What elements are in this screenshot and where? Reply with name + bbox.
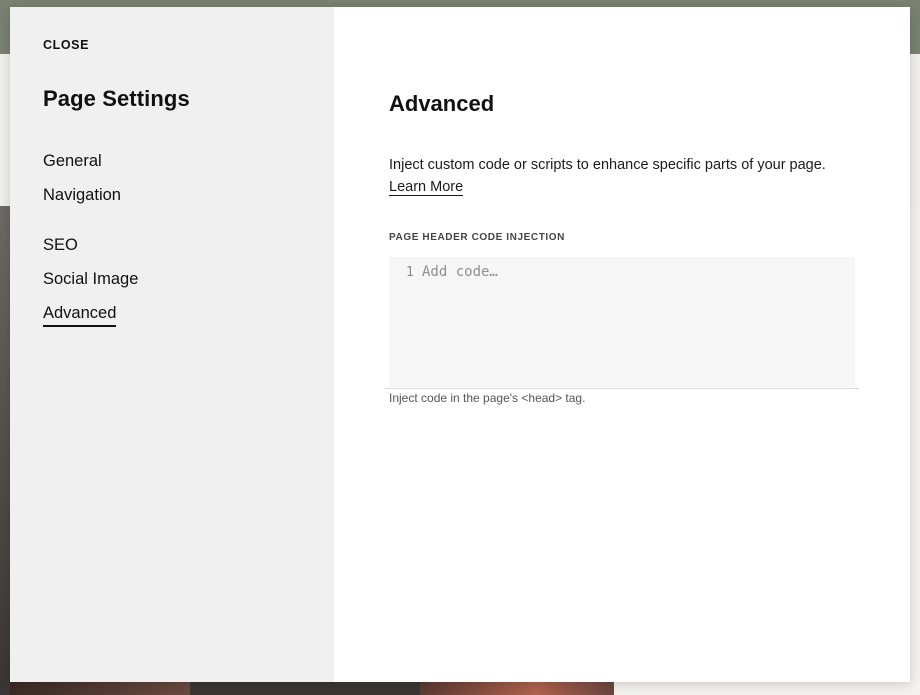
learn-more-link[interactable]: Learn More	[389, 179, 464, 196]
sidebar-item-general[interactable]: General	[43, 150, 102, 172]
dialog-title: Page Settings	[43, 86, 190, 111]
field-label: PAGE HEADER CODE INJECTION	[389, 232, 565, 243]
settings-content: Advanced Inject custom code or scripts t…	[334, 7, 910, 682]
description-text: Inject custom code or scripts to enhance…	[389, 157, 826, 173]
sidebar-item-seo[interactable]: SEO	[43, 234, 78, 256]
line-number: 1	[406, 265, 414, 280]
page-settings-dialog: CLOSE Page Settings General Navigation S…	[10, 7, 910, 682]
code-placeholder: Add code…	[422, 264, 498, 280]
sidebar-item-social-image[interactable]: Social Image	[43, 268, 138, 290]
section-title: Advanced	[389, 91, 495, 116]
field-helper-text: Inject code in the page's <head> tag.	[389, 391, 586, 405]
settings-sidebar: CLOSE Page Settings General Navigation S…	[10, 7, 334, 682]
sidebar-item-navigation[interactable]: Navigation	[43, 184, 121, 206]
editor-underline	[385, 388, 859, 389]
sidebar-item-advanced[interactable]: Advanced	[43, 302, 117, 327]
close-button[interactable]: CLOSE	[43, 38, 89, 52]
section-description: Inject custom code or scripts to enhance…	[389, 154, 859, 198]
header-code-injection-editor[interactable]: 1 Add code…	[389, 257, 855, 387]
